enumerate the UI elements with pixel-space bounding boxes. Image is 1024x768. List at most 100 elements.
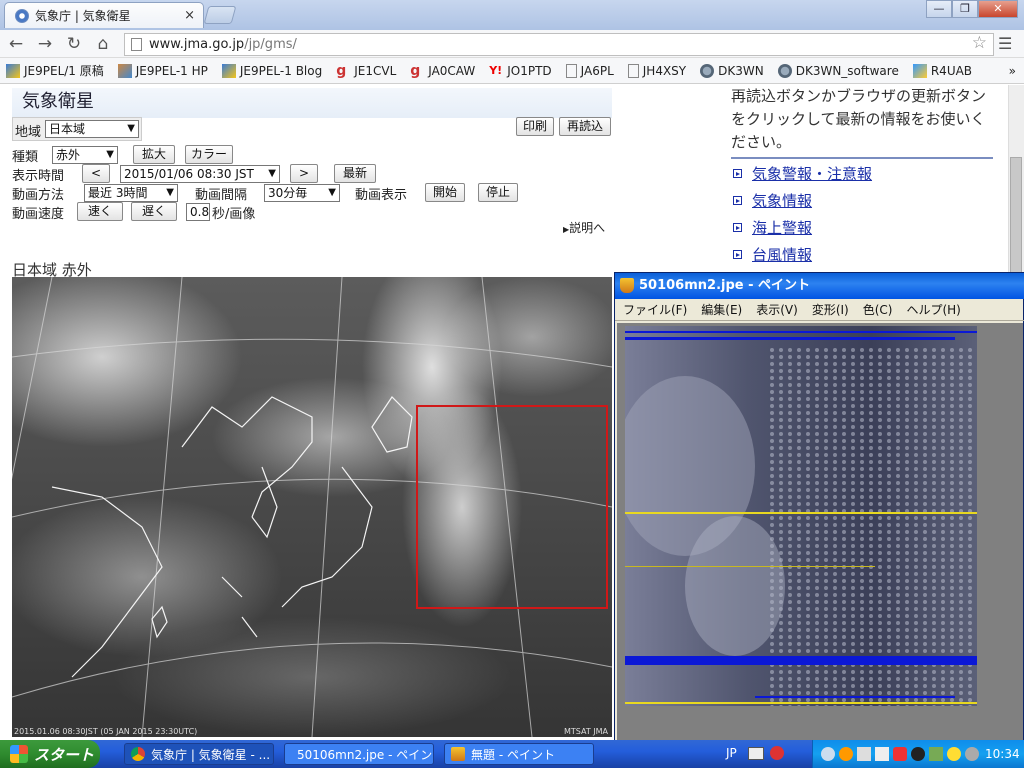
latest-button[interactable]: 最新 xyxy=(334,164,376,183)
volume-icon[interactable] xyxy=(965,747,979,761)
ime-tool-icon[interactable] xyxy=(770,746,784,760)
prev-time-button[interactable]: < xyxy=(82,164,110,183)
bookmark-item[interactable]: g JA0CAW xyxy=(410,64,475,78)
color-button[interactable]: カラー xyxy=(185,145,233,164)
bookmark-item[interactable]: JH4XSY xyxy=(627,63,686,78)
bookmark-item[interactable]: JA6PL xyxy=(565,63,614,78)
back-arrow-icon[interactable]: ← xyxy=(4,33,28,55)
anim-method-select[interactable]: 最近 3時間 ▼ xyxy=(84,184,178,202)
page-title: 気象衛星 xyxy=(12,88,612,118)
paint-menubar: ファイル(F) 編集(E) 表示(V) 変形(I) 色(C) ヘルプ(H) xyxy=(615,299,1024,321)
new-tab-button[interactable] xyxy=(203,6,237,24)
anim-method-label: 動画方法 xyxy=(12,188,65,203)
url-host: www.jma.go.jp xyxy=(149,37,245,52)
reload-page-button[interactable]: 再読込 xyxy=(559,117,611,136)
satellite-image: 2015.01.06 08:30JST (05 JAN 2015 23:30UT… xyxy=(12,277,612,737)
link-weather-info[interactable]: 気象情報 xyxy=(733,190,812,211)
bookmark-item[interactable]: JE9PEL-1 Blog xyxy=(221,63,322,78)
yahoo-icon: Y! xyxy=(489,63,503,77)
page-icon xyxy=(131,38,142,51)
slower-button[interactable]: 遅く xyxy=(131,202,177,221)
home-icon[interactable]: ⌂ xyxy=(91,33,115,55)
image-credit: MTSAT JMA xyxy=(563,727,608,736)
stop-anim-button[interactable]: 停止 xyxy=(478,183,518,202)
tab-jma[interactable]: 気象庁 | 気象衛星 × xyxy=(4,2,204,28)
print-button[interactable]: 印刷 xyxy=(516,117,554,136)
browser-toolbar: ← → ↻ ⌂ www.jma.go.jp/jp/gms/ ☆ ☰ xyxy=(0,30,1024,58)
bookmark-site-icon xyxy=(221,63,236,78)
anim-interval-select[interactable]: 30分毎 ▼ xyxy=(264,184,340,202)
page-icon xyxy=(627,63,639,78)
link-marine-warnings[interactable]: 海上警報 xyxy=(733,217,812,238)
network-icon[interactable] xyxy=(875,747,889,761)
maximize-button[interactable]: ❐ xyxy=(952,0,978,18)
anim-display-label: 動画表示 xyxy=(355,188,408,203)
bullet-arrow-icon xyxy=(733,223,742,232)
type-label: 種類 xyxy=(12,150,39,165)
bookmark-site-icon xyxy=(6,63,20,78)
goo-g-icon: g xyxy=(410,62,421,79)
next-time-button[interactable]: > xyxy=(290,164,318,183)
minimize-button[interactable]: — xyxy=(926,0,952,18)
link-warnings[interactable]: 気象警報・注意報 xyxy=(733,163,872,184)
task-paint-jpe[interactable]: 50106mn2.jpe - ペイン... xyxy=(284,743,434,765)
bookmarks-more-button[interactable]: » xyxy=(1009,64,1016,78)
paint-canvas[interactable] xyxy=(625,326,977,706)
keyboard-icon[interactable] xyxy=(748,747,764,760)
menu-colors[interactable]: 色(C) xyxy=(863,301,893,318)
menu-view[interactable]: 表示(V) xyxy=(756,301,798,318)
bookmark-item[interactable]: DK3WN xyxy=(700,63,764,78)
clock[interactable]: 10:34 xyxy=(985,747,1020,761)
task-paint-untitled[interactable]: 無題 - ペイント xyxy=(444,743,594,765)
bookmark-item[interactable]: JE9PEL-1 HP xyxy=(117,63,208,78)
start-button[interactable]: スタート xyxy=(0,740,100,768)
tray-icon[interactable] xyxy=(929,747,943,761)
address-bar[interactable]: www.jma.go.jp/jp/gms/ ☆ xyxy=(124,33,994,56)
satellite-icon xyxy=(777,63,792,78)
tray-icon[interactable] xyxy=(947,747,961,761)
faster-button[interactable]: 速く xyxy=(77,202,123,221)
tray-icon[interactable] xyxy=(857,747,871,761)
type-select[interactable]: 赤外 ▼ xyxy=(52,146,118,164)
ime-language-indicator[interactable]: JP xyxy=(726,746,737,760)
dropdown-arrow-icon: ▼ xyxy=(127,123,135,134)
menu-file[interactable]: ファイル(F) xyxy=(623,301,687,318)
speed-input[interactable]: 0.8 xyxy=(186,203,210,221)
tray-icon[interactable] xyxy=(911,747,925,761)
bookmark-item[interactable]: g JE1CVL xyxy=(336,64,396,78)
tray-icon[interactable] xyxy=(839,747,853,761)
close-window-button[interactable]: ✕ xyxy=(978,0,1018,18)
explain-link[interactable]: ▶説明へ xyxy=(563,219,605,236)
menu-help[interactable]: ヘルプ(H) xyxy=(906,301,960,318)
link-typhoon-info[interactable]: 台風情報 xyxy=(733,244,812,265)
region-select[interactable]: 日本域 ▼ xyxy=(45,120,139,138)
bookmark-item[interactable]: JE9PEL/1 原稿 xyxy=(6,62,104,79)
reload-icon[interactable]: ↻ xyxy=(62,33,86,55)
bookmark-item[interactable]: Y! JO1PTD xyxy=(489,64,551,78)
url-path: /jp/gms/ xyxy=(244,37,297,52)
anim-interval-label: 動画間隔 xyxy=(195,188,248,203)
start-anim-button[interactable]: 開始 xyxy=(425,183,465,202)
bookmarks-bar: JE9PEL/1 原稿 JE9PEL-1 HP JE9PEL-1 Blog gJ… xyxy=(0,58,1024,84)
bookmark-item[interactable]: R4UAB xyxy=(912,63,972,78)
bookmark-item[interactable]: DK3WN_software xyxy=(777,63,899,78)
goo-g-icon: g xyxy=(336,62,347,79)
tab-close-icon[interactable]: × xyxy=(184,8,195,23)
system-tray: 10:34 xyxy=(812,740,1024,768)
menu-edit[interactable]: 編集(E) xyxy=(701,301,742,318)
time-select[interactable]: 2015/01/06 08:30 JST ▼ xyxy=(120,165,280,183)
zoom-button[interactable]: 拡大 xyxy=(133,145,175,164)
browser-tabstrip: 気象庁 | 気象衛星 × — ❐ ✕ xyxy=(0,0,1024,30)
chrome-menu-icon[interactable]: ☰ xyxy=(998,34,1012,53)
reload-notice: 再読込ボタンかブラウザの更新ボタンをクリックして最新の情報をお使いください。 xyxy=(731,87,987,151)
region-row: 地域 日本域 ▼ xyxy=(12,117,142,141)
forward-arrow-icon[interactable]: → xyxy=(33,33,57,55)
region-label: 地域 xyxy=(15,125,42,140)
paint-titlebar[interactable]: 50106mn2.jpe - ペイント xyxy=(615,273,1024,299)
bookmark-star-icon[interactable]: ☆ xyxy=(972,33,987,54)
security-shield-icon[interactable] xyxy=(893,747,907,761)
menu-image[interactable]: 変形(I) xyxy=(812,301,849,318)
tray-icon[interactable] xyxy=(821,747,835,761)
task-chrome[interactable]: 気象庁 | 気象衛星 - ... xyxy=(124,743,274,765)
paint-window[interactable]: 50106mn2.jpe - ペイント ファイル(F) 編集(E) 表示(V) … xyxy=(614,272,1024,742)
